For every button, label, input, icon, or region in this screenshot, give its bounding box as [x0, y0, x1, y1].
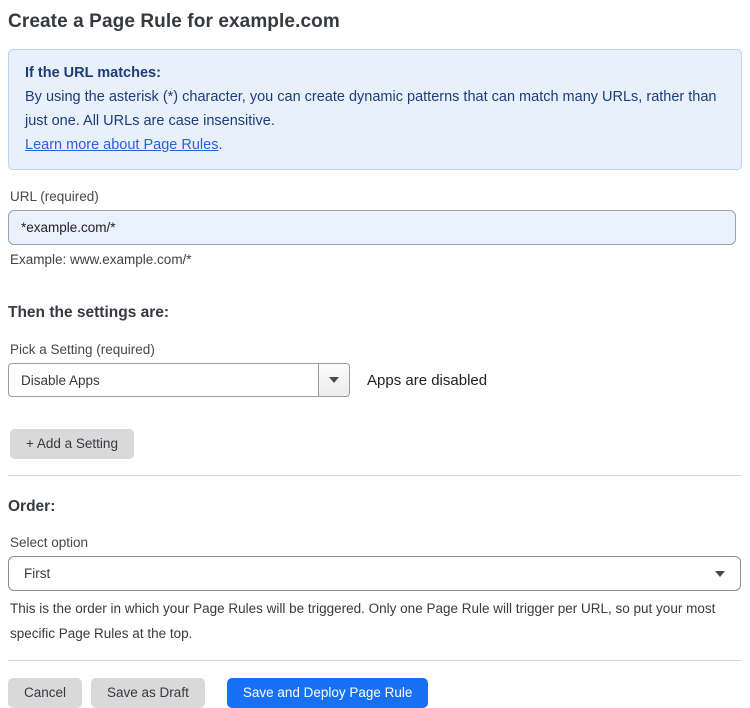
info-box-body: By using the asterisk (*) character, you…: [25, 89, 717, 129]
setting-row: Disable Apps Apps are disabled: [8, 363, 742, 397]
setting-status-text: Apps are disabled: [367, 371, 488, 389]
create-page-rule-form: Create a Page Rule for example.com If th…: [0, 0, 750, 708]
caret-down-icon: [329, 377, 339, 383]
url-field-helper: Example: www.example.com/*: [10, 252, 192, 267]
save-as-draft-button[interactable]: Save as Draft: [91, 678, 205, 708]
url-field-label: URL (required): [10, 189, 99, 204]
order-section-heading: Order:: [8, 498, 56, 515]
section-divider: [8, 475, 742, 476]
order-select-value: First: [24, 566, 51, 581]
url-input[interactable]: [8, 210, 736, 245]
learn-more-link[interactable]: Learn more about Page Rules: [25, 137, 218, 153]
info-box-heading: If the URL matches:: [25, 65, 161, 81]
order-helper-text: This is the order in which your Page Rul…: [10, 601, 716, 641]
cancel-button[interactable]: Cancel: [8, 678, 83, 708]
page-title: Create a Page Rule for example.com: [8, 11, 340, 32]
add-setting-button[interactable]: + Add a Setting: [10, 429, 134, 459]
setting-select-arrow-button[interactable]: [318, 364, 349, 396]
footer-actions: Cancel Save as Draft Save and Deploy Pag…: [8, 678, 742, 708]
order-select[interactable]: First: [8, 556, 741, 591]
caret-down-icon: [715, 570, 725, 577]
setting-select[interactable]: Disable Apps: [8, 363, 350, 397]
save-deploy-button[interactable]: Save and Deploy Page Rule: [226, 678, 429, 708]
setting-picker-label: Pick a Setting (required): [10, 342, 155, 357]
footer-divider: [8, 660, 742, 661]
settings-section-heading: Then the settings are:: [8, 304, 170, 321]
url-match-info-box: If the URL matches: By using the asteris…: [8, 49, 742, 170]
setting-select-value: Disable Apps: [21, 372, 100, 388]
info-link-suffix: .: [218, 137, 223, 153]
order-select-label: Select option: [10, 535, 89, 550]
info-box-link-line: Learn more about Page Rules.: [25, 133, 725, 157]
